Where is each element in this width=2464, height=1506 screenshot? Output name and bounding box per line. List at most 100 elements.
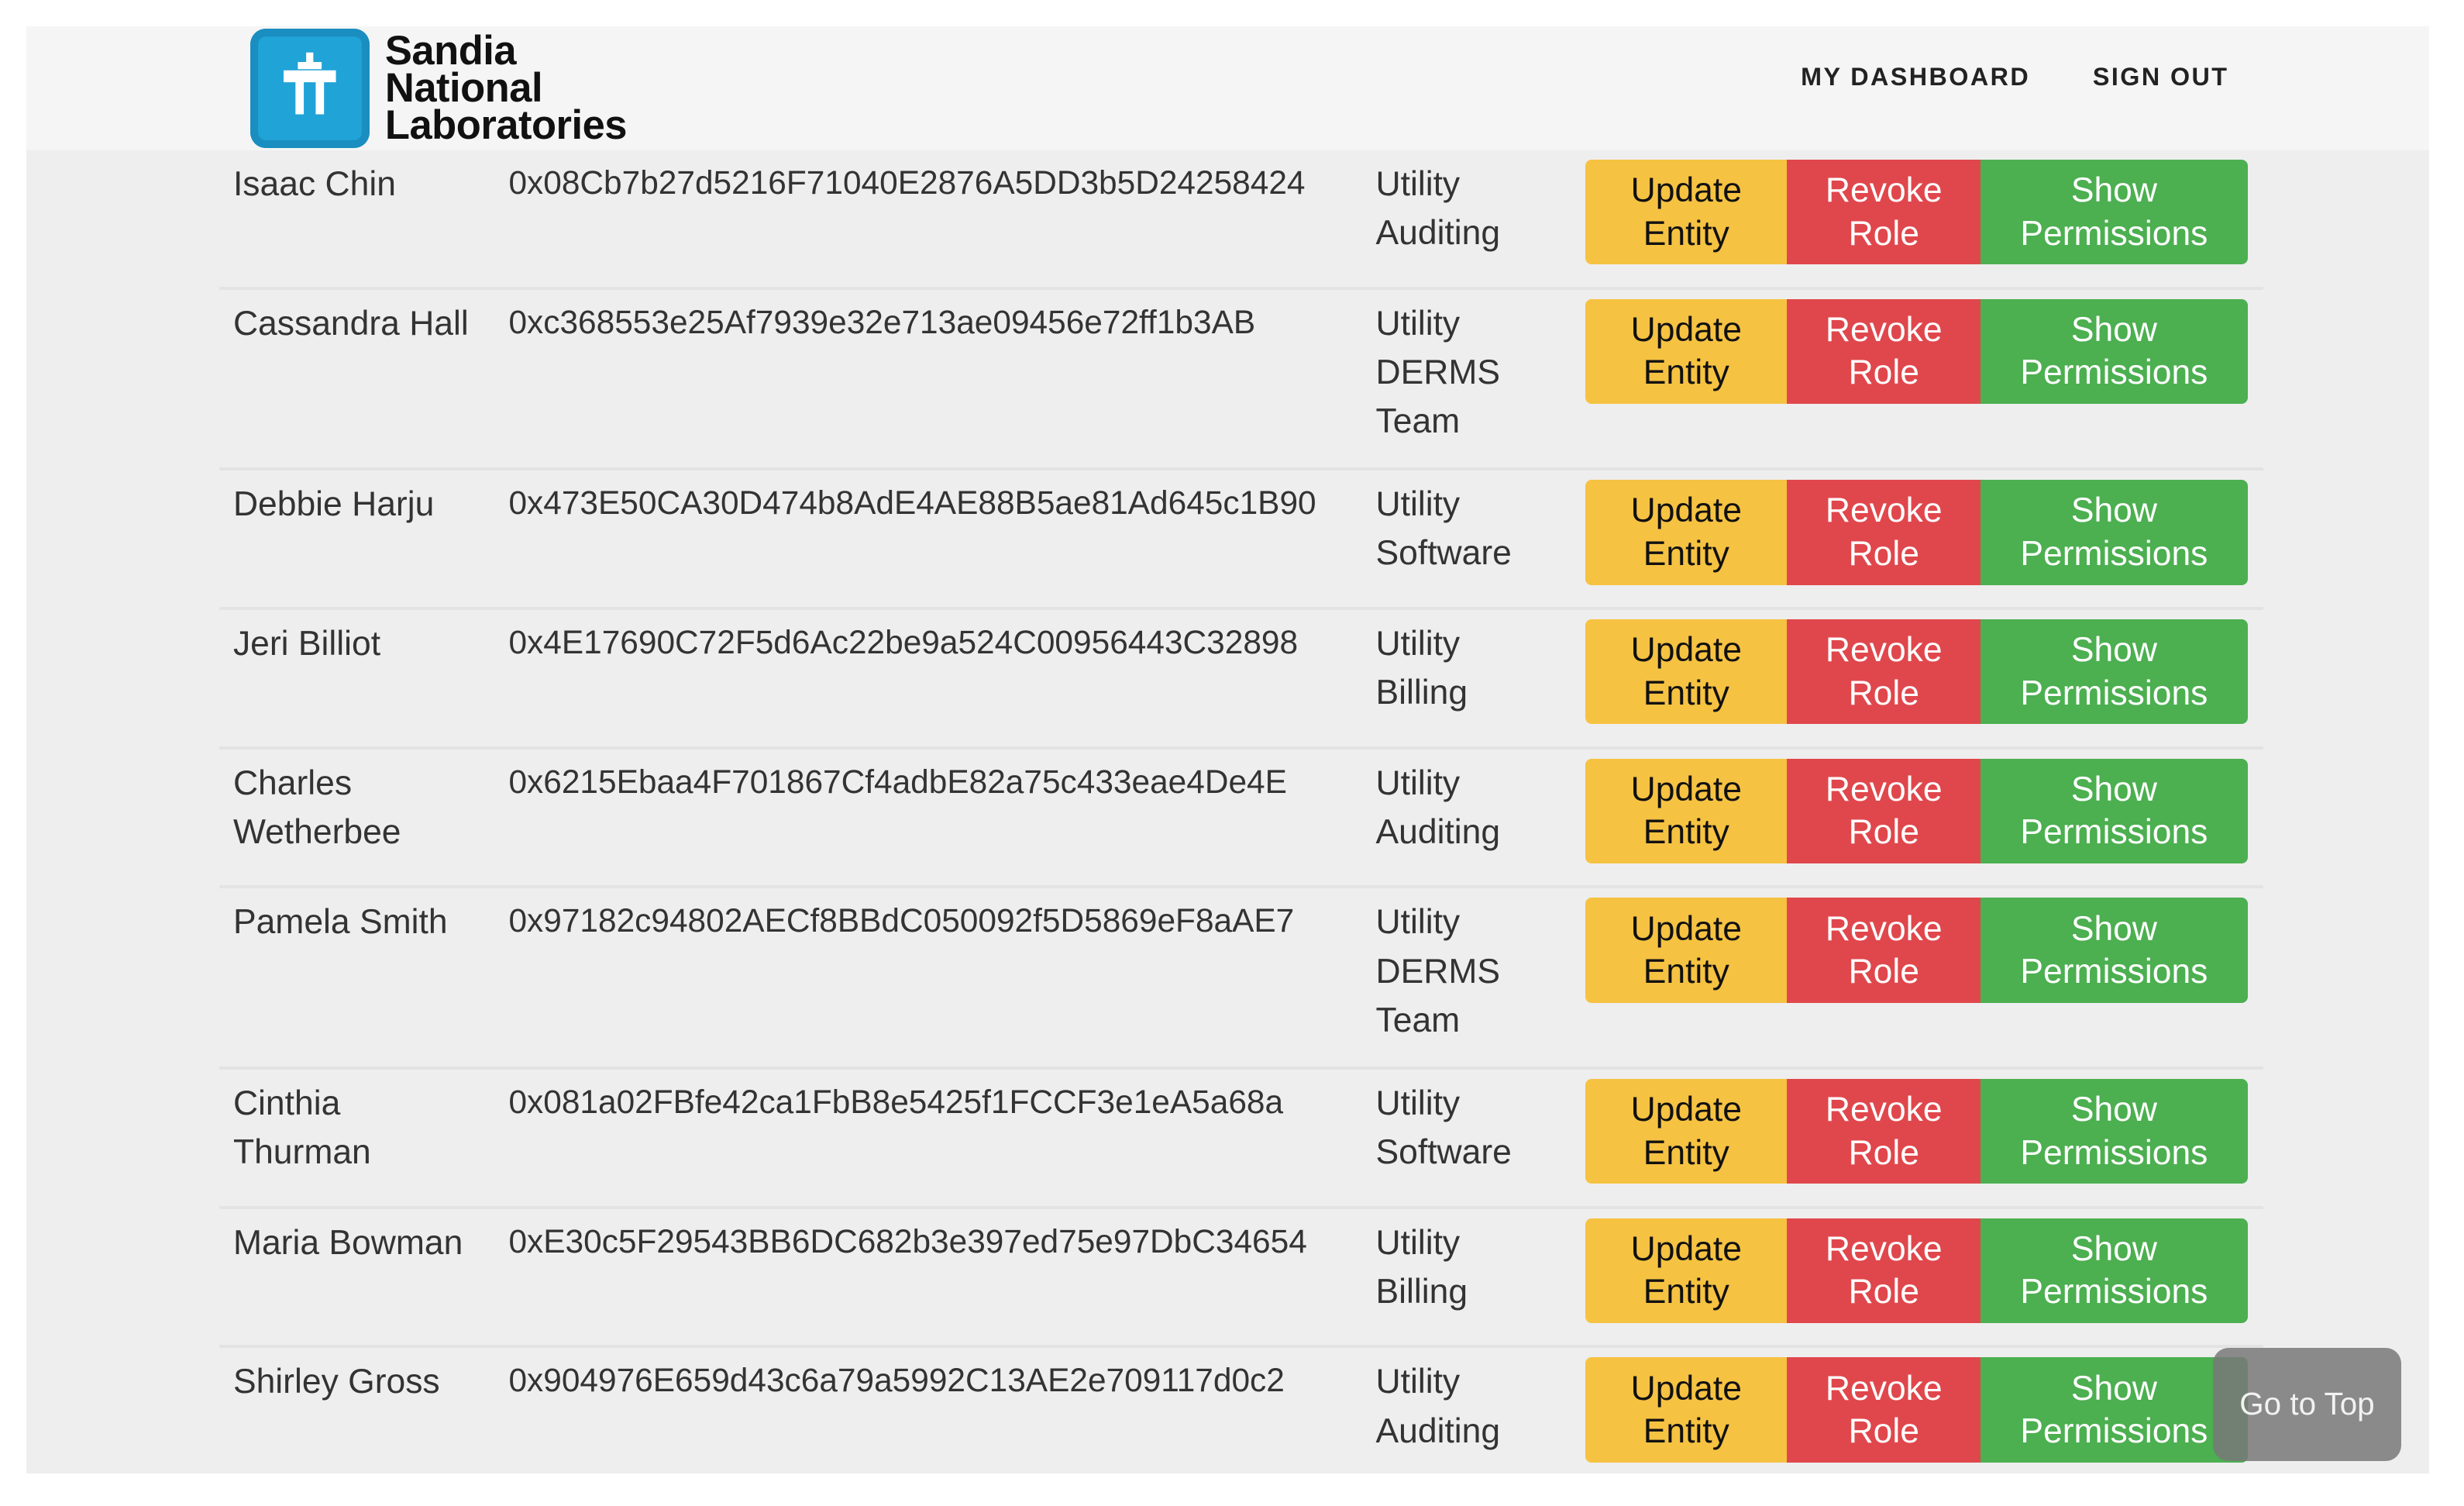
entity-role: Utility DERMS Team: [1360, 288, 1570, 470]
top-navigation: MY DASHBOARD SIGN OUT: [1801, 63, 2228, 91]
entity-address: 0xc368553e25Af7939e32e713ae09456e72ff1b3…: [508, 303, 1256, 340]
update-entity-button[interactable]: Update Entity: [1585, 1218, 1788, 1324]
role-line: Team: [1375, 1001, 1461, 1039]
row-actions: Update Entity Revoke Role Show Permissio…: [1570, 887, 2263, 1068]
role-line: Utility: [1375, 903, 1461, 942]
revoke-role-button[interactable]: Revoke Role: [1787, 1357, 1981, 1463]
role-line: Software: [1375, 1133, 1512, 1172]
update-entity-button[interactable]: Update Entity: [1585, 758, 1788, 864]
entity-address: 0x97182c94802AECf8BBdC050092f5D5869eF8aA…: [508, 902, 1295, 939]
action-button-group: Update Entity Revoke Role Show Permissio…: [1585, 1357, 2248, 1463]
entity-name: Debbie Harju: [232, 485, 435, 524]
entity-table-body: Isaac Chin 0x08Cb7b27d5216F71040E2876A5D…: [219, 150, 2263, 1473]
entity-role: Utility Billing: [1360, 1208, 1570, 1347]
show-permissions-button[interactable]: Show Permissions: [1980, 160, 2248, 265]
org-name-line-1: Sandia: [384, 27, 517, 74]
action-button-group: Update Entity Revoke Role Show Permissio…: [1585, 480, 2248, 585]
entity-name: Cassandra Hall: [232, 304, 469, 343]
show-permissions-button[interactable]: Show Permissions: [1980, 1357, 2248, 1463]
revoke-role-button[interactable]: Revoke Role: [1787, 758, 1981, 864]
action-button-group: Update Entity Revoke Role Show Permissio…: [1585, 1079, 2248, 1184]
entity-name: Shirley Gross: [232, 1363, 440, 1401]
table-row: Cassandra Hall 0xc368553e25Af7939e32e713…: [219, 288, 2263, 470]
role-line: Utility: [1375, 1223, 1461, 1262]
app-frame: Sandia National Laboratories MY DASHBOAR…: [26, 26, 2430, 1473]
action-button-group: Update Entity Revoke Role Show Permissio…: [1585, 1218, 2248, 1324]
table-row: Isaac Chin 0x08Cb7b27d5216F71040E2876A5D…: [219, 150, 2263, 288]
action-button-group: Update Entity Revoke Role Show Permissio…: [1585, 298, 2248, 405]
entity-role: Utility Auditing: [1360, 1346, 1570, 1473]
entity-address: 0x473E50CA30D474b8AdE4AE88B5ae81Ad645c1B…: [508, 484, 1316, 522]
entity-name: Jeri Billiot: [232, 625, 381, 663]
update-entity-button[interactable]: Update Entity: [1585, 160, 1788, 265]
show-permissions-button[interactable]: Show Permissions: [1980, 480, 2248, 585]
role-line: Utility: [1375, 763, 1461, 802]
revoke-role-button[interactable]: Revoke Role: [1787, 1218, 1981, 1324]
entity-role: Utility Auditing: [1360, 150, 1570, 288]
row-actions: Update Entity Revoke Role Show Permissio…: [1570, 1346, 2263, 1473]
revoke-role-button[interactable]: Revoke Role: [1787, 619, 1981, 725]
entity-table-container: Isaac Chin 0x08Cb7b27d5216F71040E2876A5D…: [219, 150, 2263, 1473]
thunderbird-logo-icon: [250, 29, 370, 148]
entity-name: Pamela Smith: [232, 903, 448, 942]
action-button-group: Update Entity Revoke Role Show Permissio…: [1585, 898, 2248, 1003]
entity-address: 0x08Cb7b27d5216F71040E2876A5DD3b5D242584…: [508, 164, 1306, 202]
update-entity-button[interactable]: Update Entity: [1585, 1079, 1788, 1184]
top-navbar: Sandia National Laboratories MY DASHBOAR…: [26, 26, 2430, 150]
revoke-role-button[interactable]: Revoke Role: [1787, 898, 1981, 1003]
role-line: Utility: [1375, 1084, 1461, 1123]
org-name-line-2: National: [384, 64, 543, 111]
role-line: Utility: [1375, 485, 1461, 524]
update-entity-button[interactable]: Update Entity: [1585, 898, 1788, 1003]
role-line: Auditing: [1375, 214, 1501, 253]
my-dashboard-link[interactable]: MY DASHBOARD: [1801, 63, 2030, 91]
show-permissions-button[interactable]: Show Permissions: [1980, 758, 2248, 864]
revoke-role-button[interactable]: Revoke Role: [1787, 298, 1981, 405]
show-permissions-button[interactable]: Show Permissions: [1980, 619, 2248, 725]
row-actions: Update Entity Revoke Role Show Permissio…: [1570, 288, 2263, 470]
table-row: Charles Wetherbee 0x6215Ebaa4F701867Cf4a…: [219, 748, 2263, 887]
entity-role: Utility DERMS Team: [1360, 887, 1570, 1068]
action-button-group: Update Entity Revoke Role Show Permissio…: [1585, 619, 2248, 725]
org-name-line-3: Laboratories: [384, 102, 628, 149]
show-permissions-button[interactable]: Show Permissions: [1980, 298, 2248, 405]
entity-role: Utility Auditing: [1360, 748, 1570, 887]
update-entity-button[interactable]: Update Entity: [1585, 619, 1788, 725]
revoke-role-button[interactable]: Revoke Role: [1787, 1079, 1981, 1184]
role-line: Auditing: [1375, 812, 1501, 851]
update-entity-button[interactable]: Update Entity: [1585, 298, 1788, 405]
role-line: Auditing: [1375, 1411, 1501, 1450]
show-permissions-button[interactable]: Show Permissions: [1980, 898, 2248, 1003]
entity-address: 0xE30c5F29543BB6DC682b3e397ed75e97DbC346…: [508, 1222, 1307, 1260]
sign-out-link[interactable]: SIGN OUT: [2093, 63, 2229, 91]
role-line: DERMS: [1375, 353, 1500, 391]
role-line: Billing: [1375, 674, 1468, 712]
entity-address: 0x6215Ebaa4F701867Cf4adbE82a75c433eae4De…: [508, 763, 1287, 800]
role-line: Utility: [1375, 165, 1461, 204]
role-line: Software: [1375, 534, 1512, 573]
revoke-role-button[interactable]: Revoke Role: [1787, 160, 1981, 265]
entity-address: 0x904976E659d43c6a79a5992C13AE2e709117d0…: [508, 1362, 1285, 1399]
table-row: Jeri Billiot 0x4E17690C72F5d6Ac22be9a524…: [219, 608, 2263, 748]
row-actions: Update Entity Revoke Role Show Permissio…: [1570, 748, 2263, 887]
update-entity-button[interactable]: Update Entity: [1585, 480, 1788, 585]
role-line: Team: [1375, 401, 1461, 440]
role-line: Billing: [1375, 1272, 1468, 1311]
row-actions: Update Entity Revoke Role Show Permissio…: [1570, 608, 2263, 748]
update-entity-button[interactable]: Update Entity: [1585, 1357, 1788, 1463]
revoke-role-button[interactable]: Revoke Role: [1787, 480, 1981, 585]
table-row: Maria Bowman 0xE30c5F29543BB6DC682b3e397…: [219, 1208, 2263, 1347]
go-to-top-button[interactable]: Go to Top: [2213, 1348, 2401, 1461]
row-actions: Update Entity Revoke Role Show Permissio…: [1570, 1208, 2263, 1347]
entity-name: Charles Wetherbee: [232, 763, 401, 851]
role-line: Utility: [1375, 625, 1461, 663]
table-row: Shirley Gross 0x904976E659d43c6a79a5992C…: [219, 1346, 2263, 1473]
action-button-group: Update Entity Revoke Role Show Permissio…: [1585, 758, 2248, 864]
row-actions: Update Entity Revoke Role Show Permissio…: [1570, 1068, 2263, 1208]
show-permissions-button[interactable]: Show Permissions: [1980, 1079, 2248, 1184]
entity-role: Utility Billing: [1360, 608, 1570, 748]
entity-role: Utility Software: [1360, 469, 1570, 608]
row-actions: Update Entity Revoke Role Show Permissio…: [1570, 150, 2263, 288]
show-permissions-button[interactable]: Show Permissions: [1980, 1218, 2248, 1324]
entity-name: Maria Bowman: [232, 1223, 463, 1262]
